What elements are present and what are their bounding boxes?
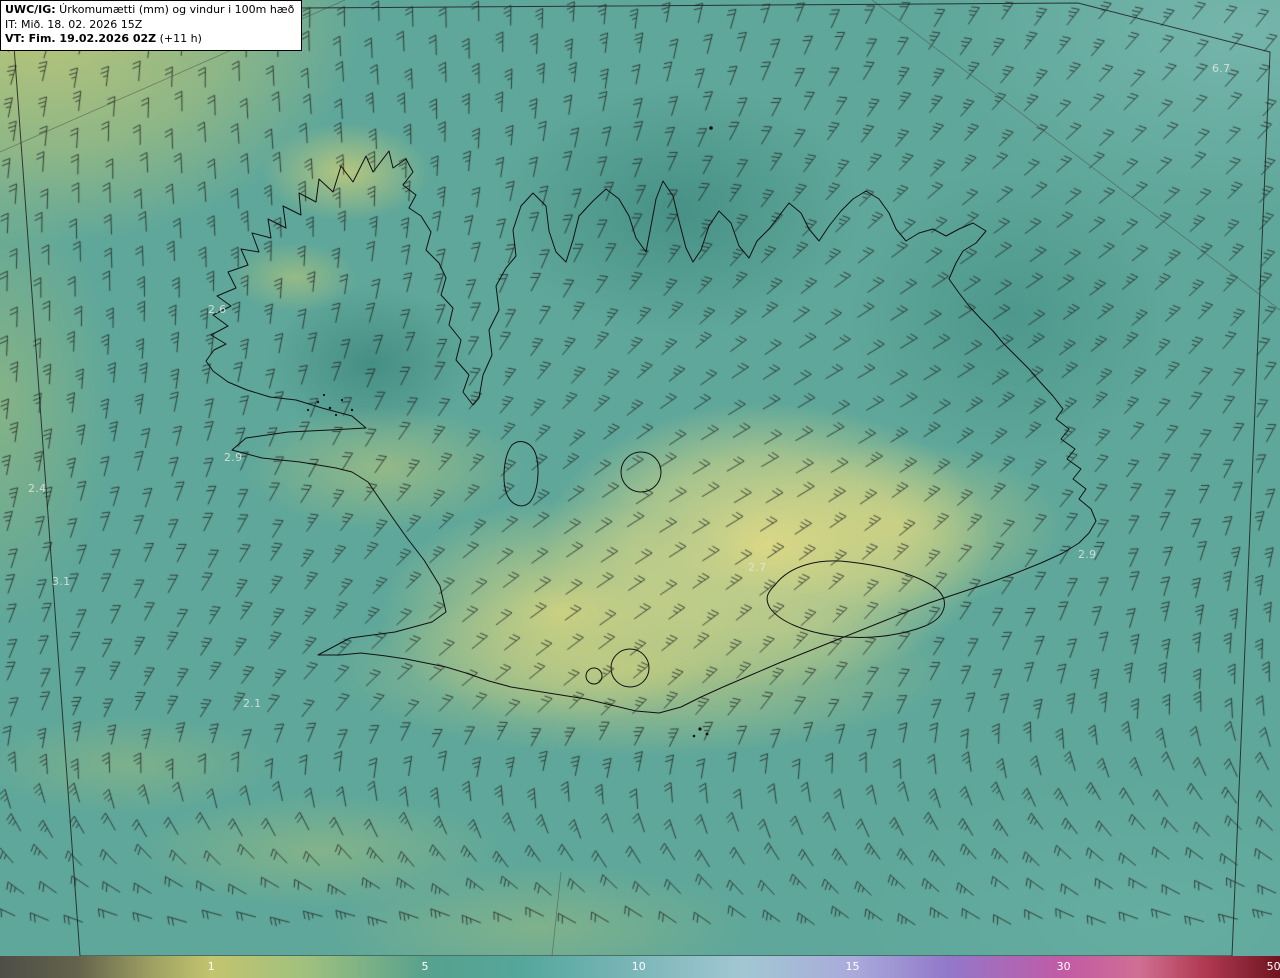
precipitation-field: 6.7 2.6 2.9 2.4 3.1 2.1 2.7 2.9 UWC/IG: Úrkomum… bbox=[0, 0, 1280, 956]
field-value-label: 2.9 bbox=[224, 451, 243, 464]
valid-time-bold: VT: Fim. 19.02.2026 02Z bbox=[5, 32, 156, 45]
graticule-line bbox=[871, 0, 1280, 311]
coastline-overlay bbox=[0, 0, 1280, 956]
colorbar-tick-50: 50 bbox=[1266, 960, 1280, 973]
field-value-label: 2.7 bbox=[748, 561, 767, 574]
init-label: IT: bbox=[5, 17, 18, 31]
valid-time: Fim. 19.02.2026 02Z bbox=[24, 32, 157, 46]
map-info-box: UWC/IG: Úrkomumætti (mm) og vindur i 100… bbox=[0, 0, 303, 52]
valid-time-line: VT: Fim. 19.02.2026 02Z (+11 h) bbox=[5, 32, 294, 47]
colorbar-ticks: 1 5 10 15 30 50 bbox=[0, 956, 1280, 978]
field-value-label: 2.9 bbox=[1078, 548, 1097, 561]
init-time-line: IT: Mið. 18. 02. 2026 15Z bbox=[5, 18, 294, 33]
glacier-outline bbox=[610, 648, 650, 688]
glacier-outline bbox=[585, 667, 603, 685]
field-value-label: 3.1 bbox=[52, 575, 71, 588]
map-title: Úrkomumætti (mm) og vindur i 100m hæð bbox=[55, 3, 295, 16]
field-value-label: 2.6 bbox=[208, 303, 227, 316]
colorbar-tick-10: 10 bbox=[631, 960, 646, 973]
graticule-lines bbox=[0, 0, 1280, 956]
colorbar-tick-15: 15 bbox=[845, 960, 860, 973]
island-dots bbox=[306, 126, 713, 738]
init-time: Mið. 18. 02. 2026 15Z bbox=[17, 17, 143, 31]
product-title-line: UWC/IG: Úrkomumætti (mm) og vindur i 100… bbox=[5, 3, 294, 18]
glacier-outline bbox=[503, 441, 539, 507]
glacier-outline bbox=[766, 560, 945, 638]
glacier-outline bbox=[620, 451, 662, 493]
product-id: UWC/IG: bbox=[5, 3, 56, 16]
field-value-label: 6.7 bbox=[1212, 62, 1231, 75]
valid-label: VT: bbox=[5, 32, 25, 46]
colorbar-tick-1: 1 bbox=[207, 960, 215, 973]
valid-offset: (+11 h) bbox=[156, 32, 202, 46]
field-value-label: 2.1 bbox=[243, 697, 262, 710]
glacier-outlines bbox=[503, 441, 945, 688]
map-frame bbox=[13, 2, 1271, 956]
weather-map-page: { "header": { "product": "UWC/IG:", "tit… bbox=[0, 0, 1280, 978]
colorbar-tick-30: 30 bbox=[1056, 960, 1071, 973]
precipitation-colorbar: 1 5 10 15 30 50 bbox=[0, 956, 1280, 978]
graticule-line bbox=[551, 871, 562, 956]
field-value-label: 2.4 bbox=[28, 482, 47, 495]
colorbar-tick-5: 5 bbox=[421, 960, 429, 973]
iceland-coastline bbox=[205, 150, 1097, 714]
